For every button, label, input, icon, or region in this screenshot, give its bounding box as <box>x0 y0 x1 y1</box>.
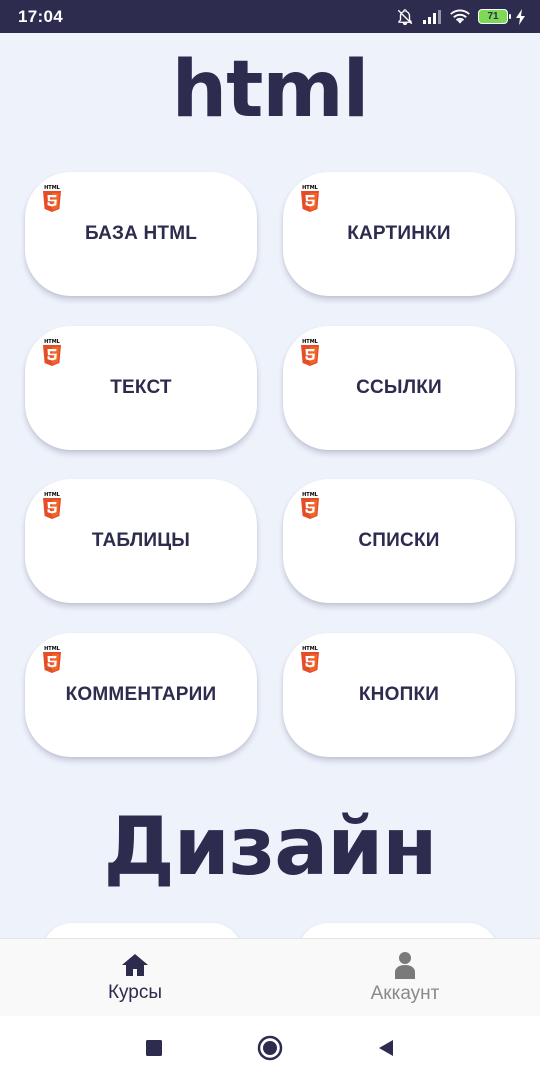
html5-badge-text: HTML <box>44 339 61 345</box>
battery-level: 71 <box>487 11 499 22</box>
course-card-peek[interactable] <box>42 923 242 938</box>
signal-icon <box>422 9 442 25</box>
html5-icon: HTML <box>301 185 319 212</box>
course-card-label: ТАБЛИЦЫ <box>91 530 191 551</box>
course-card-label: КНОПКИ <box>358 684 440 705</box>
html5-badge-text: HTML <box>44 492 61 498</box>
nav-tab-courses[interactable]: Курсы <box>0 939 270 1016</box>
course-card-peek[interactable] <box>298 923 498 938</box>
html5-icon: HTML <box>301 492 319 519</box>
nav-tab-account[interactable]: Аккаунт <box>270 939 540 1016</box>
battery-icon: 71 <box>478 9 511 24</box>
html5-badge-text: HTML <box>44 185 61 191</box>
course-card-label: КАРТИНКИ <box>347 223 451 244</box>
html5-badge-text: HTML <box>44 646 61 652</box>
back-button[interactable] <box>370 1032 402 1064</box>
course-card-label: ССЫЛКИ <box>356 377 442 398</box>
home-icon <box>122 953 148 976</box>
html5-icon: HTML <box>43 185 61 212</box>
course-card-tables[interactable]: HTML ТАБЛИЦЫ <box>25 479 257 603</box>
html5-badge-text: HTML <box>302 339 319 345</box>
wifi-icon <box>450 9 470 25</box>
home-button[interactable] <box>254 1032 286 1064</box>
status-bar: 17:04 71 <box>0 0 540 33</box>
status-icons: 71 <box>396 8 526 26</box>
course-card-links[interactable]: HTML ССЫЛКИ <box>283 326 515 450</box>
section-title-design: Дизайн <box>103 800 437 893</box>
html5-badge-text: HTML <box>302 185 319 191</box>
triangle-back-icon <box>379 1040 393 1056</box>
course-list: html HTML БАЗА HTML HTML КАРТИНКИ HTML Т… <box>0 33 540 938</box>
course-card-label: ТЕКСТ <box>110 377 172 398</box>
circle-icon <box>257 1035 283 1061</box>
charging-icon <box>516 8 526 25</box>
course-card-buttons[interactable]: HTML КНОПКИ <box>283 633 515 757</box>
nav-tab-label: Курсы <box>107 981 163 1003</box>
html5-badge-text: HTML <box>302 492 319 498</box>
system-nav-bar <box>0 1016 540 1080</box>
course-card-base-html[interactable]: HTML БАЗА HTML <box>25 172 257 296</box>
section-title-html: html <box>171 45 370 135</box>
nav-tab-label: Аккаунт <box>370 982 440 1004</box>
course-card-images[interactable]: HTML КАРТИНКИ <box>283 172 515 296</box>
recent-apps-button[interactable] <box>138 1032 170 1064</box>
html5-icon: HTML <box>301 646 319 673</box>
html5-icon: HTML <box>43 339 61 366</box>
status-time: 17:04 <box>18 6 63 26</box>
course-card-comments[interactable]: HTML КОММЕНТАРИИ <box>25 633 257 757</box>
html5-icon: HTML <box>43 492 61 519</box>
html5-badge-text: HTML <box>302 646 319 652</box>
square-icon <box>146 1040 162 1056</box>
course-card-lists[interactable]: HTML СПИСКИ <box>283 479 515 603</box>
course-card-label: СПИСКИ <box>358 530 440 551</box>
bell-off-icon <box>396 8 414 26</box>
html5-icon: HTML <box>43 646 61 673</box>
html5-icon: HTML <box>301 339 319 366</box>
course-card-label: КОММЕНТАРИИ <box>65 684 217 705</box>
course-card-label: БАЗА HTML <box>84 223 198 244</box>
bottom-nav: Курсы Аккаунт <box>0 938 540 1016</box>
person-icon <box>395 951 415 979</box>
course-card-text[interactable]: HTML ТЕКСТ <box>25 326 257 450</box>
